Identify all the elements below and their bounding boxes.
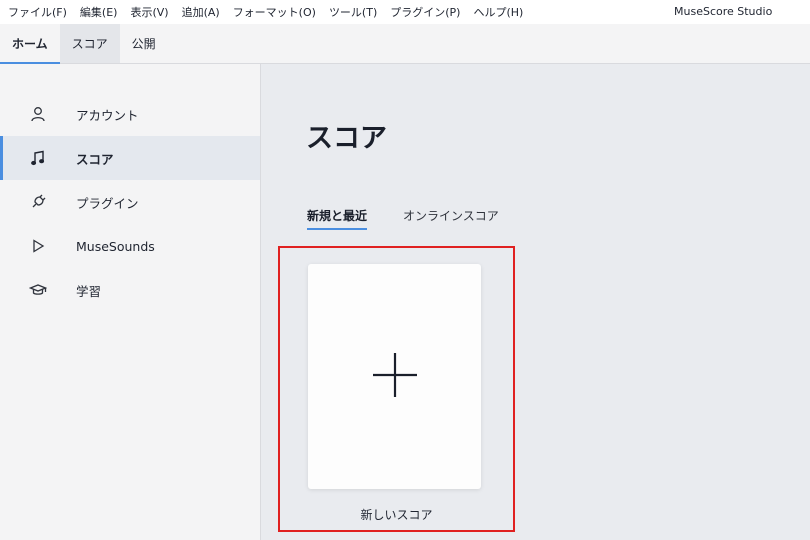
menu-help[interactable]: ヘルプ(H) <box>473 4 523 20</box>
page-title: スコア <box>306 123 387 154</box>
sidebar-item-label: MuseSounds <box>76 238 155 254</box>
sidebar-item-account[interactable]: アカウント <box>0 92 260 136</box>
account-icon <box>29 105 47 123</box>
menu-edit[interactable]: 編集(E) <box>80 4 118 20</box>
sidebar-item-scores[interactable]: スコア <box>0 136 260 180</box>
tab-new-and-recent[interactable]: 新規と最近 <box>307 207 368 230</box>
menu-plugins[interactable]: プラグイン(P) <box>390 4 460 20</box>
sidebar-item-label: 学習 <box>76 283 102 299</box>
music-note-icon <box>29 149 47 167</box>
menu-bar: ファイル(F) 編集(E) 表示(V) 追加(A) フォーマット(O) ツール(… <box>0 0 810 24</box>
sidebar-item-label: アカウント <box>76 107 139 123</box>
sidebar-item-label: スコア <box>76 151 114 167</box>
plugin-icon <box>29 193 47 211</box>
tab-score[interactable]: スコア <box>59 24 120 63</box>
main-area: アカウント スコア プラグイン MuseSounds 学習 スコア 新規と最近 … <box>0 64 810 540</box>
new-score-card[interactable] <box>308 264 481 489</box>
tab-online-scores[interactable]: オンラインスコア <box>403 207 499 230</box>
scores-subtabs: 新規と最近 オンラインスコア <box>307 207 535 230</box>
menu-add[interactable]: 追加(A) <box>182 4 220 20</box>
new-score-label[interactable]: 新しいスコア <box>280 506 513 523</box>
sidebar-item-label: プラグイン <box>76 195 139 211</box>
home-sidebar: アカウント スコア プラグイン MuseSounds 学習 <box>0 64 261 540</box>
menu-view[interactable]: 表示(V) <box>130 4 168 20</box>
tab-publish[interactable]: 公開 <box>120 24 168 63</box>
plus-icon <box>371 351 419 403</box>
sidebar-item-plugins[interactable]: プラグイン <box>0 180 260 224</box>
menu-format[interactable]: フォーマット(O) <box>233 4 316 20</box>
play-icon <box>29 237 47 255</box>
sidebar-item-musesounds[interactable]: MuseSounds <box>0 224 260 268</box>
menu-file[interactable]: ファイル(F) <box>8 4 67 20</box>
new-score-highlight: 新しいスコア <box>278 246 515 532</box>
app-title: MuseScore Studio <box>674 5 773 18</box>
menu-tools[interactable]: ツール(T) <box>329 4 377 20</box>
graduation-cap-icon <box>29 281 47 299</box>
main-tab-bar: ホーム スコア 公開 <box>0 24 810 64</box>
tab-home[interactable]: ホーム <box>0 24 60 64</box>
sidebar-item-learn[interactable]: 学習 <box>0 268 260 312</box>
scores-page: スコア 新規と最近 オンラインスコア 新しいスコア <box>261 64 810 540</box>
